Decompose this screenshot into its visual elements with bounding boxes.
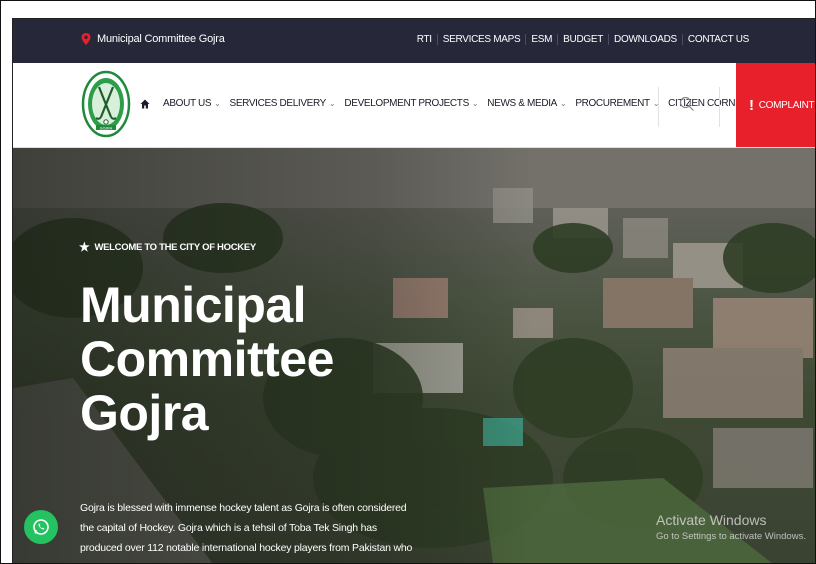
top-brand[interactable]: Municipal Committee Gojra <box>81 33 225 45</box>
hero-section: ★ WELCOME TO THE CITY OF HOCKEY Municipa… <box>13 148 815 563</box>
whatsapp-button[interactable] <box>24 510 58 544</box>
top-bar: Municipal Committee Gojra RTI SERVICES M… <box>13 19 815 63</box>
menu-item-services-delivery[interactable]: SERVICES DELIVERY ⌄ <box>230 98 336 109</box>
star-icon: ★ <box>79 240 90 254</box>
logo-text: GOJRA <box>100 126 113 130</box>
location-pin-icon <box>81 33 91 45</box>
chevron-down-icon: ⌄ <box>329 99 336 108</box>
top-link-contact-us[interactable]: CONTACT US <box>681 34 754 45</box>
home-icon[interactable] <box>140 99 150 109</box>
menu-item-news-media[interactable]: NEWS & MEDIA ⌄ <box>487 98 566 109</box>
page: Municipal Committee Gojra RTI SERVICES M… <box>12 18 815 563</box>
chevron-down-icon: ⌄ <box>471 99 479 108</box>
top-link-budget[interactable]: BUDGET <box>557 34 608 45</box>
watermark-line2: Go to Settings to activate Windows. <box>656 531 806 542</box>
municipal-logo[interactable]: GOJRA <box>81 69 131 139</box>
welcome-tagline: ★ WELCOME TO THE CITY OF HOCKEY <box>79 240 256 254</box>
menu-item-label: SERVICES DELIVERY <box>229 98 327 109</box>
site-name: Municipal Committee Gojra <box>97 33 225 45</box>
menu-item-label: DEVELOPMENT PROJECTS <box>344 98 469 109</box>
top-link-downloads[interactable]: DOWNLOADS <box>608 34 682 45</box>
menu-item-label: NEWS & MEDIA <box>487 98 557 109</box>
main-nav: GOJRA ABOUT US ⌄ SERVICES DELIVERY ⌄ DEVEL… <box>13 63 815 148</box>
hero-title-line: Municipal <box>80 277 307 333</box>
hero-title-line: Gojra <box>80 385 209 441</box>
top-link-services-maps[interactable]: SERVICES MAPS <box>436 34 526 45</box>
windows-activation-watermark: Activate Windows Go to Settings to activ… <box>656 512 806 542</box>
welcome-text: WELCOME TO THE CITY OF HOCKEY <box>94 241 256 253</box>
hero-title: Municipal Committee Gojra <box>80 278 334 440</box>
top-link-rti[interactable]: RTI <box>412 34 437 45</box>
top-links: RTI SERVICES MAPS ESM BUDGET DOWNLOADS C… <box>412 34 754 45</box>
menu-item-label: ABOUT US <box>163 98 212 109</box>
top-link-esm[interactable]: ESM <box>525 34 557 45</box>
divider <box>658 87 659 127</box>
menu-item-procurement[interactable]: PROCUREMENT ⌄ <box>575 98 659 109</box>
menu-item-development-projects[interactable]: DEVELOPMENT PROJECTS ⌄ <box>344 98 478 109</box>
search-icon[interactable] <box>679 96 695 112</box>
chevron-down-icon: ⌄ <box>559 99 567 108</box>
chevron-down-icon: ⌄ <box>214 99 221 108</box>
hero-description: Gojra is blessed with immense hockey tal… <box>80 502 413 563</box>
whatsapp-icon <box>33 519 49 535</box>
watermark-line1: Activate Windows <box>656 512 767 528</box>
screenshot-frame: Municipal Committee Gojra RTI SERVICES M… <box>0 0 816 564</box>
complaint-button[interactable]: ! COMPLAINT <box>736 63 815 147</box>
divider <box>719 87 720 127</box>
complaint-label: COMPLAINT <box>758 99 815 111</box>
exclamation-icon: ! <box>749 96 754 114</box>
menu-item-label: PROCUREMENT <box>575 98 650 109</box>
hero-title-line: Committee <box>80 331 334 387</box>
menu: ABOUT US ⌄ SERVICES DELIVERY ⌄ DEVELOPMENT… <box>163 98 767 109</box>
menu-item-about-us[interactable]: ABOUT US ⌄ <box>163 98 221 109</box>
